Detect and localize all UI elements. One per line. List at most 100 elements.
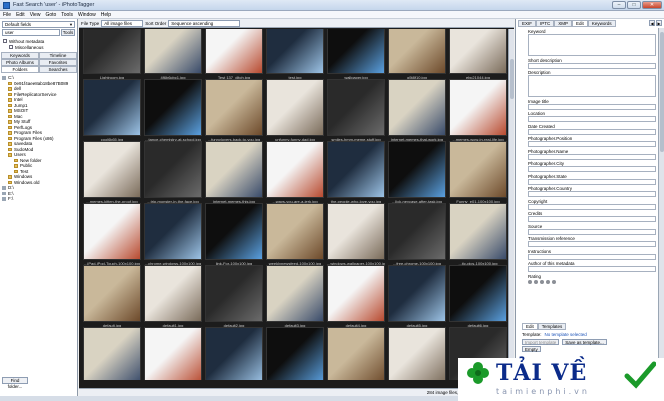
thumbnail-image[interactable] (266, 79, 324, 136)
thumbnail-image[interactable] (83, 141, 141, 198)
field-input[interactable] (528, 34, 656, 56)
field-filter-select[interactable]: Default fields ▼ (2, 21, 75, 28)
thumbnail-image[interactable] (205, 29, 263, 74)
thumbnail-image[interactable] (144, 141, 202, 198)
scroll-thumb[interactable] (510, 59, 514, 99)
thumbnail-cell[interactable]: wallpaper.jpg (327, 29, 385, 80)
thumbnail-cell[interactable]: ...memes-wow-in-real-life.jpg (449, 79, 507, 142)
thumbnail-image[interactable] (388, 141, 446, 198)
chevron-right-icon[interactable]: ▶ (656, 20, 662, 26)
field-input[interactable] (528, 241, 656, 247)
field-input[interactable] (528, 103, 656, 110)
tab-folders[interactable]: Folders (1, 66, 39, 73)
thumbnail-image[interactable] (388, 327, 446, 380)
thumbnail-cell[interactable]: ...lick-nevcase-after-task.jpg (388, 141, 446, 204)
tab-searches[interactable]: Searches (39, 66, 77, 73)
thumbnail-image[interactable] (388, 29, 446, 74)
thumbnail-cell[interactable]: the-people-who-love-you.jpg (327, 141, 385, 204)
thumbnail-image[interactable] (327, 327, 385, 380)
thumbnail-image[interactable] (144, 327, 202, 380)
field-input[interactable] (528, 178, 656, 185)
thumbnail-cell[interactable]: test.jpg (266, 29, 324, 80)
field-input[interactable] (528, 116, 656, 122)
thumbnail-cell[interactable]: cool6k65.jpg (83, 79, 141, 142)
thumbnail-image[interactable] (327, 141, 385, 198)
field-input[interactable] (528, 153, 656, 160)
thumbnail-image[interactable] (266, 141, 324, 198)
search-input[interactable]: user (2, 29, 60, 36)
thumbnail-image[interactable] (327, 29, 385, 74)
thumbnail-cell[interactable]: Test 137_ditch.jpg (205, 29, 263, 80)
thumbnail-cell[interactable]: ...windows-wallpaper-100x100.jpg (327, 203, 385, 266)
thumbnail-cell[interactable]: ...memes-kitten-the-proof.jpg (83, 141, 141, 204)
thumbnail-image[interactable] (205, 79, 263, 136)
thumbnail-cell[interactable]: default4.jpg (327, 265, 385, 328)
thumbnail-cell[interactable]: internet-memes-this.jpg (205, 141, 263, 204)
thumbnail-image[interactable] (266, 327, 324, 380)
sort-order-select[interactable]: Sequence ascending (168, 19, 241, 27)
chevron-left-icon[interactable]: ◀ (649, 20, 655, 26)
thumbnail-image[interactable] (266, 203, 324, 260)
thumbnail-cell[interactable]: ...iPad-iPod-Touch-100x100.jpg (83, 203, 141, 266)
field-input[interactable] (528, 141, 656, 147)
tree-node[interactable]: F:\ (2, 196, 76, 202)
scroll-thumb[interactable] (660, 32, 664, 152)
rating-dot-icon[interactable] (552, 279, 556, 284)
find-folder-button[interactable]: Find folder... (2, 377, 28, 389)
thumbnail-cell[interactable]: unfunny-funny-dad.jpg (266, 79, 324, 142)
thumbnail-cell[interactable]: ...free-chrome-100x100.jpg (388, 203, 446, 266)
grid-scrollbar[interactable] (508, 29, 514, 380)
thumbnail-cell[interactable]: ...chrome-windows-100x100.jpg (144, 203, 202, 266)
minimize-button[interactable]: – (612, 1, 626, 9)
thumbnail-cell[interactable]: q5t8f10.jpg (388, 29, 446, 80)
menu-goto[interactable]: Goto (45, 12, 56, 18)
tab-edit[interactable]: Edit (572, 20, 588, 27)
field-input[interactable] (528, 75, 656, 97)
field-input[interactable] (528, 216, 656, 222)
thumbnail-cell[interactable]: default9.jpg (205, 327, 263, 380)
thumbnail-cell[interactable]: default7.jpg (83, 327, 141, 380)
thumbnail-image[interactable] (327, 203, 385, 260)
thumbnail-image[interactable] (205, 203, 263, 260)
thumbnail-image[interactable] (205, 265, 263, 322)
thumbnail-cell[interactable]: internet-memes-that-work.jpg (388, 79, 446, 142)
rating-stars[interactable] (528, 279, 656, 285)
thumbnail-image[interactable] (388, 79, 446, 136)
thumbnail-cell[interactable]: Lightroom.jpg (83, 29, 141, 80)
field-input[interactable] (528, 128, 656, 135)
rating-dot-icon[interactable] (528, 279, 532, 284)
thumbnail-cell[interactable]: ...tance-chemistry-at-school.jpg (144, 79, 202, 142)
thumbnail-cell[interactable]: weeklynewsfeed-100x100.jpg (266, 203, 324, 266)
tab-iptc[interactable]: IPTC (536, 20, 555, 27)
thumbnail-image[interactable] (388, 203, 446, 260)
field-input[interactable] (528, 253, 656, 260)
thumbnail-cell[interactable]: default2.jpg (205, 265, 263, 328)
thumbnail-cell[interactable]: link-For-100x100.jpg (205, 203, 263, 266)
thumbnail-cell[interactable]: 4f6b6cbc1.jpg (144, 29, 202, 80)
thumbnail-image[interactable] (449, 141, 507, 198)
rating-dot-icon[interactable] (546, 279, 550, 284)
thumbnail-cell[interactable]: default6.jpg (449, 265, 507, 328)
empty-button[interactable]: Empty (522, 345, 541, 352)
thumbnail-cell[interactable]: ...funnylovers-back-to-you.jpg (205, 79, 263, 142)
metadata-scrollbar[interactable] (658, 28, 664, 394)
thumbnail-cell[interactable]: smiles-hmm-meme-stuff.jpg (327, 79, 385, 142)
thumbnail-image[interactable] (205, 141, 263, 198)
menu-edit[interactable]: Edit (16, 12, 25, 18)
tab-keywords[interactable]: Keywords (587, 20, 616, 27)
menu-tools[interactable]: Tools (61, 12, 73, 18)
menu-view[interactable]: View (30, 12, 41, 18)
thumbnail-image[interactable] (266, 265, 324, 322)
tab-favorites[interactable]: Favorites (39, 59, 77, 66)
thumbnail-cell[interactable]: default3.jpg (266, 265, 324, 328)
import-template-button[interactable]: Import template (522, 338, 560, 345)
thumbnail-image[interactable] (144, 203, 202, 260)
thumbnail-cell[interactable]: default1.jpg (144, 265, 202, 328)
tab-xmp[interactable]: XMP (554, 20, 573, 27)
thumbnail-cell[interactable]: default5.jpg (388, 265, 446, 328)
rating-dot-icon[interactable] (540, 279, 544, 284)
checkbox[interactable] (3, 39, 7, 43)
rating-dot-icon[interactable] (534, 279, 538, 284)
thumbnail-image[interactable] (205, 327, 263, 380)
thumbnail-cell[interactable]: default11.jpg (327, 327, 385, 380)
